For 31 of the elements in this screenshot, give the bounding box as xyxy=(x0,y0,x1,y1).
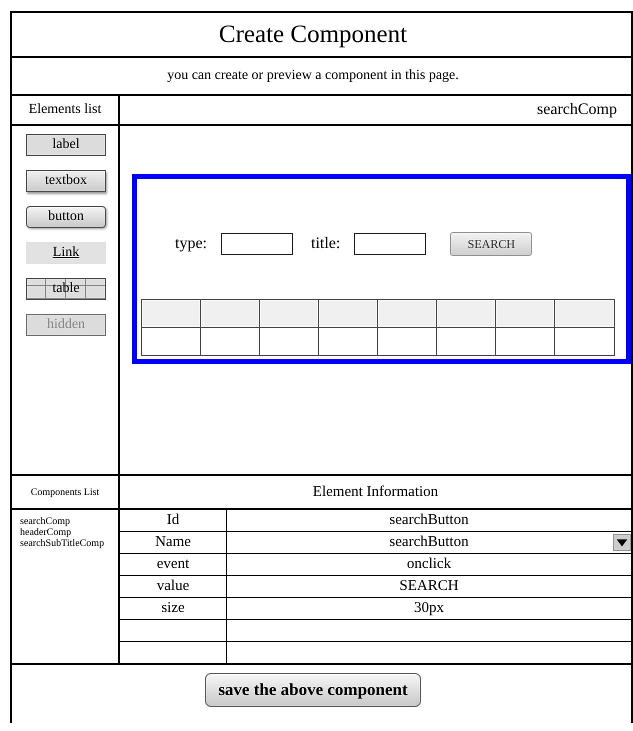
property-value: searchButton xyxy=(389,512,469,529)
element-item[interactable]: table xyxy=(26,278,106,300)
property-value: searchButton xyxy=(389,534,469,551)
property-name: size xyxy=(161,600,185,617)
save-button[interactable]: save the above component xyxy=(205,673,421,707)
page-subtitle: you can create or preview a component in this page. xyxy=(167,68,459,84)
element-item[interactable]: textbox xyxy=(26,170,106,192)
type-input[interactable] xyxy=(221,233,293,255)
title-input[interactable] xyxy=(354,233,426,255)
property-name: Id xyxy=(166,512,180,529)
element-item[interactable]: label xyxy=(26,134,106,156)
element-information-heading: Element Information xyxy=(312,484,438,500)
element-item[interactable]: Link xyxy=(26,242,106,264)
title-label: title: xyxy=(311,235,340,253)
property-value: onclick xyxy=(406,556,452,573)
property-value: SEARCH xyxy=(399,578,459,595)
element-item[interactable]: button xyxy=(26,206,106,228)
dropdown-icon[interactable] xyxy=(613,534,631,551)
property-value: 30px xyxy=(414,600,444,617)
property-name: Name xyxy=(155,534,191,551)
type-label: type: xyxy=(175,235,207,253)
component-item[interactable]: headerComp xyxy=(20,527,118,538)
search-button[interactable]: SEARCH xyxy=(450,232,532,256)
page-title: Create Component xyxy=(218,20,408,48)
component-item[interactable]: searchSubTitleComp xyxy=(20,538,118,549)
component-item[interactable]: searchComp xyxy=(20,516,118,527)
components-list-heading: Components List xyxy=(30,486,100,498)
property-name: event xyxy=(156,556,190,573)
elements-list-heading: Elements list xyxy=(28,102,102,118)
component-name: searchComp xyxy=(537,101,617,119)
property-name: value xyxy=(156,578,190,595)
